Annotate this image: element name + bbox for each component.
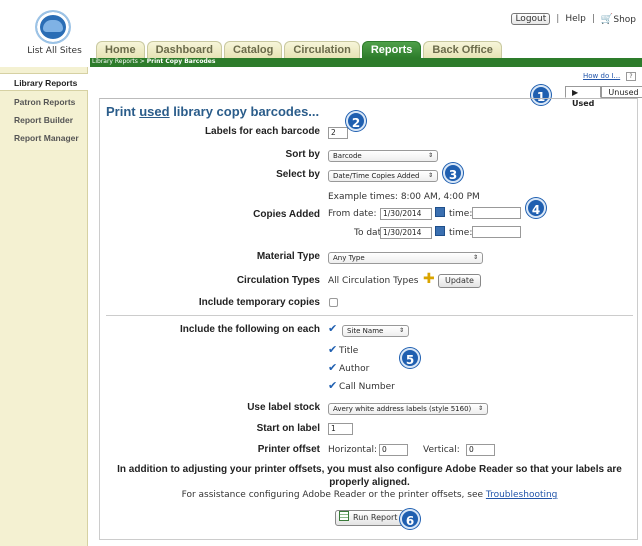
troubleshooting-link[interactable]: Troubleshooting [486,490,558,500]
start-on-label-label: Start on label [256,423,320,434]
from-time-label: time: [449,209,473,219]
site-name-checkbox[interactable]: ✔ [328,323,337,334]
update-plus-icon[interactable]: ✚ [423,272,437,286]
help-link[interactable]: Help [565,14,586,24]
select-arrows-icon: ⇕ [477,405,483,412]
example-times-text: Example times: 8:00 AM, 4:00 PM [328,192,480,202]
section-divider [106,315,633,316]
to-time-input[interactable] [472,226,521,238]
logout-button[interactable]: Logout [511,13,551,25]
select-by-label: Select by [276,169,320,180]
from-date-label: From date: [328,209,377,219]
calendar-icon[interactable] [435,207,445,217]
used-unused-tabs: ▶ Used Unused [565,86,642,108]
horizontal-label: Horizontal: [328,445,377,455]
callout-badge-3: 3 [443,163,463,183]
list-all-sites-link[interactable]: List All Sites [17,46,92,56]
from-time-input[interactable] [472,207,521,219]
select-arrows-icon: ⇕ [398,327,404,334]
include-following-label: Include the following on each [179,324,320,335]
title-checkbox[interactable]: ✔ [328,344,337,355]
label-stock-select[interactable]: Avery white address labels (style 5160) ⇕ [328,403,488,415]
to-time-label: time: [449,228,473,238]
tab-back-office[interactable]: Back Office [423,41,502,58]
how-do-i-link[interactable]: How do I... [583,72,620,80]
page-title: Print used library copy barcodes... [106,104,320,119]
author-checkbox[interactable]: ✔ [328,362,337,373]
printer-offset-label: Printer offset [257,444,320,455]
calendar-icon[interactable] [435,226,445,236]
copies-added-label: Copies Added [253,209,320,220]
call-number-checkbox[interactable]: ✔ [328,380,337,391]
call-number-option-label: Call Number [339,382,395,392]
horizontal-offset-input[interactable]: 0 [379,444,408,456]
adobe-reader-note: In addition to adjusting your printer of… [117,464,622,488]
callout-badge-6: 6 [400,509,420,529]
update-button[interactable]: Update [438,274,481,288]
spreadsheet-icon [339,511,349,521]
tab-circulation[interactable]: Circulation [284,41,360,58]
select-arrows-icon: ⇕ [427,172,433,179]
labels-each-label: Labels for each barcode [204,126,320,137]
main-tabs: Home Dashboard Catalog Circulation Repor… [96,41,502,58]
start-on-label-input[interactable]: 1 [328,423,353,435]
sidebar-item-report-manager[interactable]: Report Manager [0,129,87,147]
separator: | [556,14,560,24]
labels-each-input[interactable]: 2 [328,127,348,139]
tab-home[interactable]: Home [96,41,145,58]
tab-dashboard[interactable]: Dashboard [146,41,223,58]
author-option-label: Author [339,364,370,374]
vertical-offset-input[interactable]: 0 [466,444,495,456]
include-temp-label: Include temporary copies [198,297,320,308]
tab-reports[interactable]: Reports [361,41,422,58]
sidebar: Library Reports Patron Reports Report Bu… [0,67,88,546]
select-arrows-icon: ⇕ [427,152,433,159]
play-icon: ▶ [572,88,579,97]
site-name-select[interactable]: Site Name ⇕ [342,325,409,337]
tab-unused[interactable]: Unused [601,86,642,98]
breadcrumb: Library Reports > Print Copy Barcodes [92,58,216,65]
vertical-label: Vertical: [423,445,460,455]
sidebar-item-library-reports[interactable]: Library Reports [0,73,88,91]
select-arrows-icon: ⇕ [472,254,478,261]
sidebar-item-patron-reports[interactable]: Patron Reports [0,93,87,111]
tab-catalog[interactable]: Catalog [224,41,283,58]
sort-by-select[interactable]: Barcode ⇕ [328,150,438,162]
circulation-types-value: All Circulation Types [328,276,419,286]
troubleshooting-help-text: For assistance configuring Adobe Reader … [181,490,558,500]
sidebar-item-report-builder[interactable]: Report Builder [0,111,87,129]
to-date-input[interactable]: 1/30/2014 [380,227,432,239]
from-date-input[interactable]: 1/30/2014 [380,208,432,220]
shop-link[interactable]: 🛒Shop [601,14,636,25]
cart-icon: 🛒 [600,13,614,25]
select-by-select[interactable]: Date/Time Copies Added ⇕ [328,170,438,182]
material-type-label: Material Type [256,251,320,262]
circulation-types-label: Circulation Types [236,275,320,286]
material-type-select[interactable]: Any Type ⇕ [328,252,483,264]
top-links: Logout | Help | 🛒Shop [511,13,636,25]
callout-badge-2: 2 [346,111,366,131]
tab-used[interactable]: ▶ Used [565,86,602,108]
use-label-stock-label: Use label stock [247,402,320,413]
callout-badge-4: 4 [526,198,546,218]
separator: | [591,14,595,24]
site-logo-icon[interactable] [35,10,71,44]
callout-badge-5: 5 [400,348,420,368]
run-report-button[interactable]: Run Report [335,510,405,526]
sort-by-label: Sort by [285,149,320,160]
include-temp-checkbox[interactable] [329,298,338,307]
help-question-icon[interactable]: ? [626,72,636,81]
title-option-label: Title [339,346,359,356]
